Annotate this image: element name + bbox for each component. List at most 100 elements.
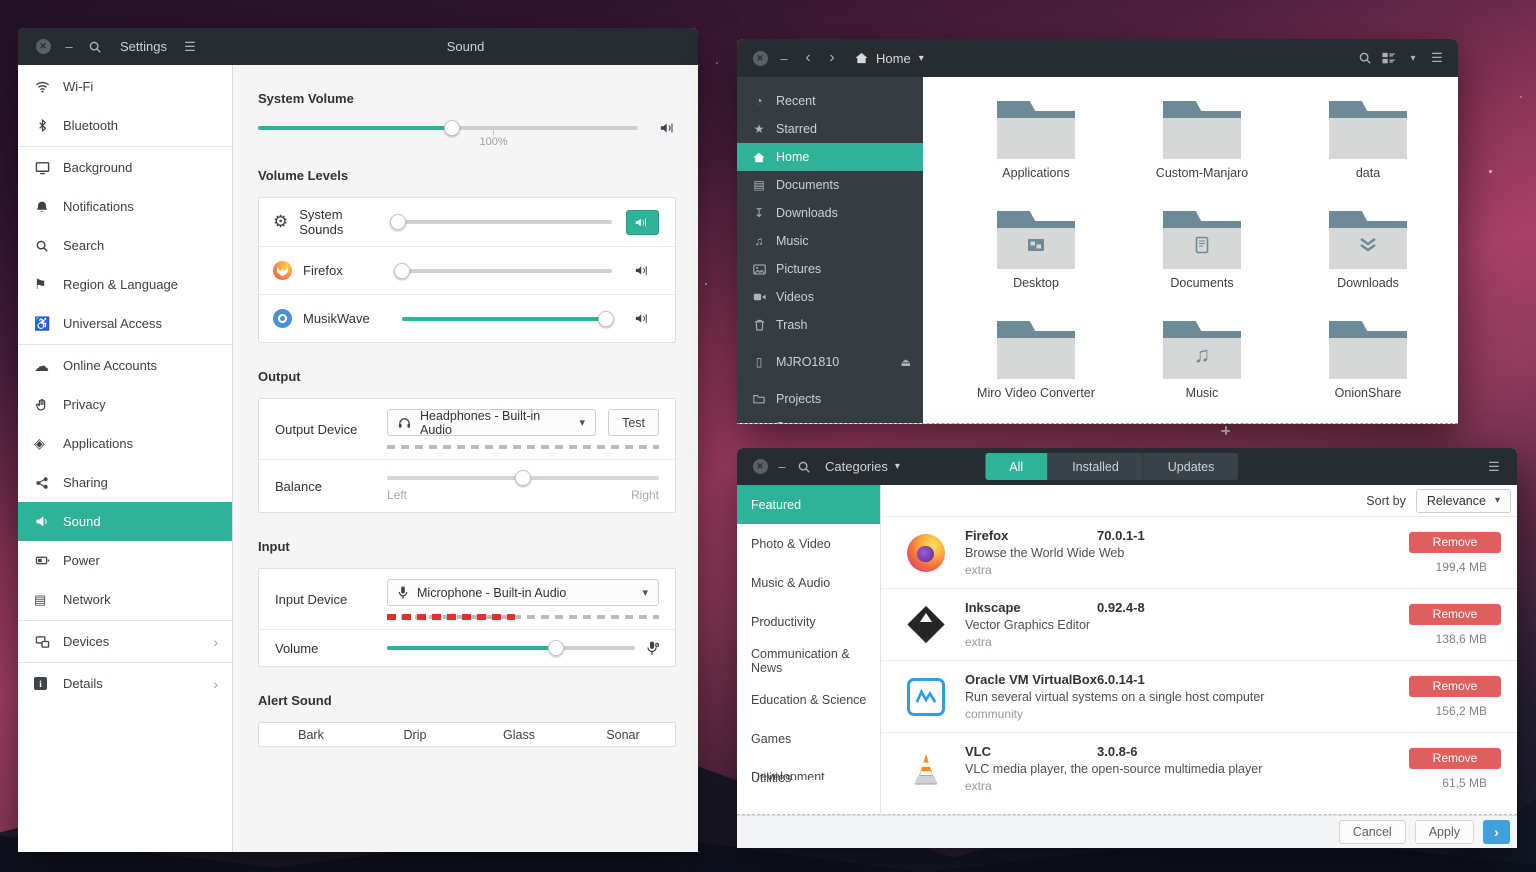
slider-thumb[interactable] (444, 120, 460, 136)
sidebar-item-privacy[interactable]: Privacy (18, 385, 232, 424)
category-productivity[interactable]: Productivity (737, 602, 880, 641)
slider-thumb[interactable] (598, 311, 614, 327)
folder-applications[interactable]: Applications (953, 101, 1119, 211)
output-device-dropdown[interactable]: Headphones - Built-in Audio ▾ (387, 409, 596, 436)
sidebar-item-devices[interactable]: Devices › (18, 622, 232, 661)
sidebar-item-mjro1810[interactable]: ▯MJRO1810⏏ (737, 348, 923, 376)
sidebar-item-sound[interactable]: Sound (18, 502, 232, 541)
alert-sound-sonar[interactable]: Sonar (571, 728, 675, 742)
remove-button[interactable]: Remove (1409, 532, 1501, 553)
balance-slider[interactable] (387, 470, 659, 486)
folder-desktop[interactable]: Desktop (953, 211, 1119, 321)
cancel-button[interactable]: Cancel (1339, 820, 1406, 844)
sidebar-item-sync[interactable]: Sync (737, 413, 923, 423)
tab-installed[interactable]: Installed (1048, 453, 1144, 480)
search-button[interactable] (793, 456, 815, 478)
folder-onionshare[interactable]: OnionShare (1285, 321, 1451, 423)
apply-button[interactable]: Apply (1415, 820, 1474, 844)
category-music-audio[interactable]: Music & Audio (737, 563, 880, 602)
sidebar-item-applications[interactable]: ◈ Applications (18, 424, 232, 463)
folder-documents[interactable]: Documents (1119, 211, 1285, 321)
sidebar-item-network[interactable]: ▤ Network (18, 580, 232, 619)
sidebar-item-trash[interactable]: Trash (737, 311, 923, 339)
categories-dropdown[interactable]: Categories ▾ (815, 459, 910, 474)
category-development-partial[interactable]: Development (751, 770, 825, 780)
category-featured[interactable]: Featured (737, 485, 880, 524)
menu-button[interactable]: ☰ (1483, 456, 1505, 478)
search-button[interactable] (1354, 47, 1376, 69)
alert-sound-drip[interactable]: Drip (363, 728, 467, 742)
next-button[interactable]: › (1483, 820, 1510, 844)
close-button[interactable]: ✕ (749, 47, 771, 69)
folder-custom-manjaro[interactable]: Custom-Manjaro (1119, 101, 1285, 211)
sidebar-item-downloads[interactable]: ↧Downloads (737, 199, 923, 227)
back-button[interactable]: ‹ (797, 47, 819, 69)
tab-all[interactable]: All (985, 453, 1048, 480)
search-icon (88, 40, 102, 54)
sidebar-item-details[interactable]: Details › (18, 664, 232, 703)
category-communication-news[interactable]: Communication & News (737, 641, 880, 680)
minimize-button[interactable]: – (773, 47, 795, 69)
minimize-button[interactable]: – (771, 456, 793, 478)
category-games[interactable]: Games (737, 719, 880, 758)
minimize-button[interactable]: – (58, 36, 80, 58)
sidebar-item-background[interactable]: Background (18, 148, 232, 187)
slider-thumb[interactable] (394, 263, 410, 279)
sidebar-item-videos[interactable]: Videos (737, 283, 923, 311)
slider-thumb[interactable] (515, 470, 531, 486)
forward-button[interactable]: › (821, 47, 843, 69)
app-row-inkscape[interactable]: Inkscape 0.92.4-8 Vector Graphics Editor… (881, 588, 1517, 660)
folder-music[interactable]: ♫ Music (1119, 321, 1285, 423)
folder-miro-video-converter[interactable]: Miro Video Converter (953, 321, 1119, 423)
sidebar-item-documents[interactable]: ▤Documents (737, 171, 923, 199)
location-button[interactable]: Home ▾ (845, 45, 934, 71)
sidebar-item-wifi[interactable]: Wi-Fi (18, 67, 232, 106)
sidebar-item-universal-access[interactable]: ♿ Universal Access (18, 304, 232, 343)
remove-button[interactable]: Remove (1409, 748, 1501, 769)
musikwave-volume-slider[interactable] (402, 311, 612, 327)
system-volume-slider[interactable]: 100% (258, 120, 638, 136)
sidebar-item-projects[interactable]: Projects (737, 385, 923, 413)
menu-button[interactable]: ☰ (1426, 47, 1448, 69)
app-row-virtualbox[interactable]: Oracle VM VirtualBox 6.0.14-1 Run severa… (881, 660, 1517, 732)
folder-data[interactable]: data (1285, 101, 1451, 211)
view-mode-button[interactable] (1378, 47, 1400, 69)
app-row-firefox[interactable]: Firefox 70.0.1-1 Browse the World Wide W… (881, 516, 1517, 588)
test-button[interactable]: Test (608, 409, 659, 436)
input-device-dropdown[interactable]: Microphone - Built-in Audio ▾ (387, 579, 659, 606)
sidebar-item-pictures[interactable]: Pictures (737, 255, 923, 283)
app-row-vlc[interactable]: VLC 3.0.8-6 VLC media player, the open-s… (881, 732, 1517, 804)
system-sounds-slider[interactable] (398, 214, 612, 230)
input-volume-slider[interactable] (387, 640, 635, 656)
sidebar-item-starred[interactable]: ★Starred (737, 115, 923, 143)
category-photo-video[interactable]: Photo & Video (737, 524, 880, 563)
category-education-science[interactable]: Education & Science (737, 680, 880, 719)
sidebar-item-search[interactable]: Search (18, 226, 232, 265)
sidebar-item-home[interactable]: Home (737, 143, 923, 171)
slider-thumb[interactable] (390, 214, 406, 230)
sidebar-item-region-language[interactable]: ⚑ Region & Language (18, 265, 232, 304)
search-button[interactable] (84, 36, 106, 58)
tab-updates[interactable]: Updates (1144, 453, 1239, 480)
menu-button[interactable]: ☰ (179, 36, 201, 58)
slider-thumb[interactable] (548, 640, 564, 656)
sidebar-item-music[interactable]: ♫Music (737, 227, 923, 255)
remove-button[interactable]: Remove (1409, 604, 1501, 625)
view-options-button[interactable]: ▾ (1402, 47, 1424, 69)
close-button[interactable]: ✕ (749, 456, 771, 478)
remove-button[interactable]: Remove (1409, 676, 1501, 697)
eject-icon[interactable]: ⏏ (901, 356, 911, 369)
sidebar-item-sharing[interactable]: Sharing (18, 463, 232, 502)
alert-sound-bark[interactable]: Bark (259, 728, 363, 742)
alert-sound-glass[interactable]: Glass (467, 728, 571, 742)
close-button[interactable]: ✕ (32, 36, 54, 58)
sidebar-item-bluetooth[interactable]: Bluetooth (18, 106, 232, 145)
sort-dropdown[interactable]: Relevance ▾ (1416, 489, 1511, 513)
sidebar-item-recent[interactable]: ◔Recent (737, 87, 923, 115)
firefox-volume-slider[interactable] (402, 263, 612, 279)
folder-downloads[interactable]: Downloads (1285, 211, 1451, 321)
sidebar-item-online-accounts[interactable]: ☁ Online Accounts (18, 346, 232, 385)
sidebar-item-power[interactable]: Power (18, 541, 232, 580)
sidebar-item-notifications[interactable]: Notifications (18, 187, 232, 226)
mute-toggle-button[interactable] (626, 210, 659, 235)
